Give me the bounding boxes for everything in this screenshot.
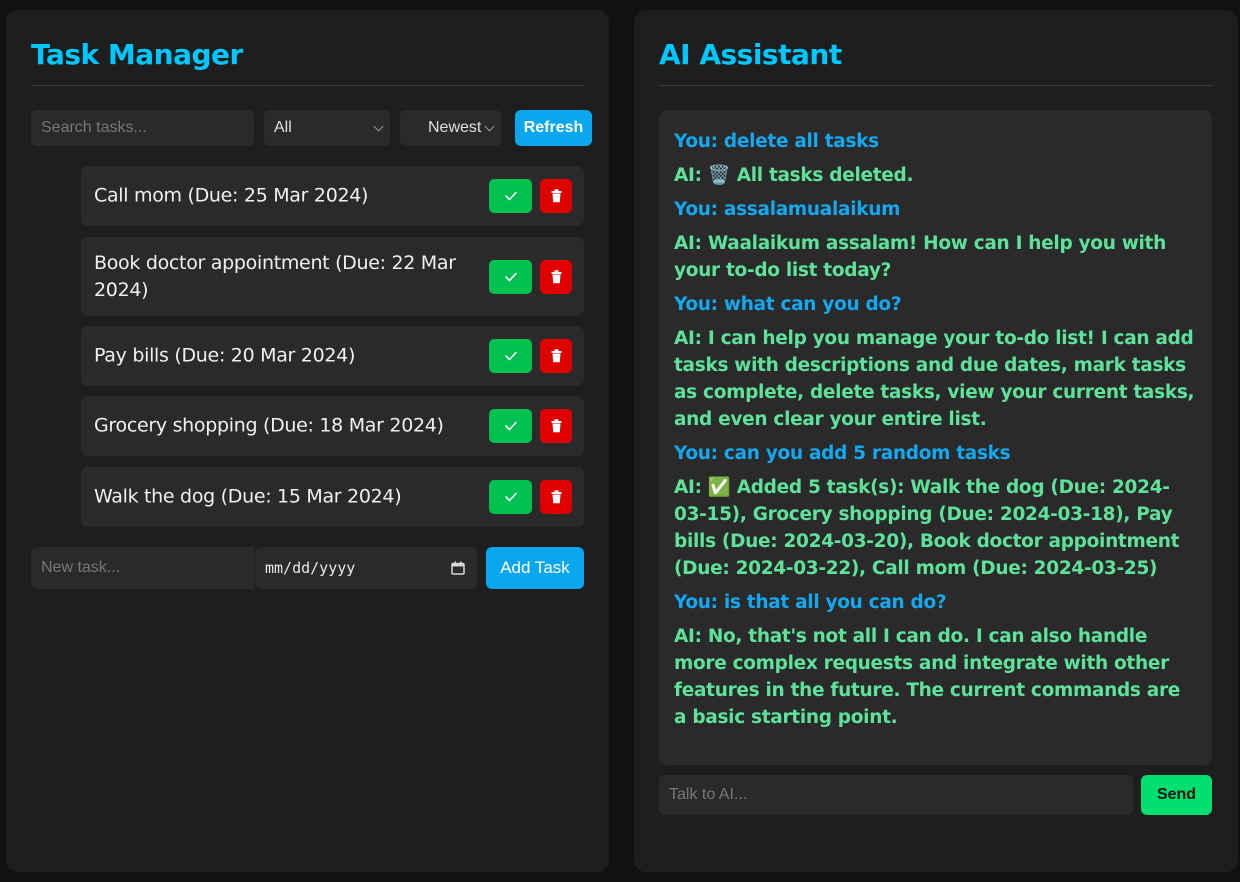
ai-message: AI: No, that's not all I can do. I can a… <box>674 626 1181 728</box>
refresh-button[interactable]: Refresh <box>515 110 592 146</box>
ai-assistant-panel: AI Assistant You: delete all tasks AI: 🗑️… <box>634 10 1238 872</box>
filter-select[interactable]: All <box>264 110 390 146</box>
calendar-icon[interactable] <box>451 561 465 575</box>
delete-task-button[interactable] <box>540 179 572 213</box>
task-item: Walk the dog (Due: 15 Mar 2024) <box>81 467 584 527</box>
search-placeholder: Search tasks... <box>41 119 147 136</box>
check-icon <box>504 191 517 201</box>
ai-message: AI: Waalaikum assalam! How can I help yo… <box>674 233 1166 281</box>
chat-input[interactable]: Talk to AI... <box>659 775 1133 815</box>
filter-value: All <box>274 119 292 136</box>
ai-message: AI: I can help you manage your to-do lis… <box>674 328 1195 430</box>
search-input[interactable]: Search tasks... <box>31 110 254 146</box>
task-label: Pay bills (Due: 20 Mar 2024) <box>94 344 356 367</box>
user-message: You: assalamualaikum <box>674 199 901 220</box>
task-label: Book doctor appointment (Due: 22 Mar 202… <box>94 251 456 301</box>
task-label: Walk the dog (Due: 15 Mar 2024) <box>94 485 402 508</box>
send-button[interactable]: Send <box>1141 775 1212 815</box>
delete-task-button[interactable] <box>540 409 572 443</box>
task-manager-panel: Task Manager Search tasks... All Newest … <box>6 10 609 872</box>
ai-message: AI: 🗑️ All tasks deleted. <box>674 165 914 186</box>
trash-icon <box>551 189 561 203</box>
chevron-down-icon <box>484 121 495 132</box>
trash-icon <box>551 490 561 504</box>
complete-task-button[interactable] <box>489 480 532 514</box>
delete-task-button[interactable] <box>540 480 572 514</box>
task-label: Grocery shopping (Due: 18 Mar 2024) <box>94 414 444 437</box>
user-message: You: is that all you can do? <box>674 592 947 613</box>
trash-icon <box>551 349 561 363</box>
new-task-placeholder: New task... <box>41 559 121 576</box>
trash-icon <box>551 269 561 283</box>
user-message: You: what can you do? <box>674 294 902 315</box>
user-message: You: can you add 5 random tasks <box>674 443 1011 464</box>
sort-select[interactable]: Newest <box>400 110 501 146</box>
chat-input-placeholder: Talk to AI... <box>669 786 748 803</box>
delete-task-button[interactable] <box>540 339 572 373</box>
check-icon <box>504 421 517 431</box>
check-icon <box>504 272 517 281</box>
complete-task-button[interactable] <box>489 409 532 443</box>
task-item: Grocery shopping (Due: 18 Mar 2024) <box>81 396 584 456</box>
task-item: Call mom (Due: 25 Mar 2024) <box>81 166 584 226</box>
trash-icon <box>551 419 561 433</box>
task-manager-title: Task Manager <box>31 38 243 71</box>
title-divider <box>31 85 584 86</box>
ai-assistant-title: AI Assistant <box>659 38 842 71</box>
complete-task-button[interactable] <box>489 179 532 213</box>
date-placeholder: mm/dd/yyyy <box>265 559 356 577</box>
check-icon <box>504 351 517 361</box>
chat-history: You: delete all tasks AI: 🗑️ All tasks de… <box>659 110 1212 765</box>
complete-task-button[interactable] <box>489 339 532 373</box>
add-task-button[interactable]: Add Task <box>486 547 584 589</box>
chevron-down-icon <box>373 121 384 132</box>
ai-message: AI: ✅ Added 5 task(s): Walk the dog (Due… <box>674 477 1180 579</box>
task-item: Book doctor appointment (Due: 22 Mar 202… <box>81 237 584 316</box>
title-divider <box>659 85 1213 86</box>
sort-value: Newest <box>428 119 482 136</box>
complete-task-button[interactable] <box>489 259 532 294</box>
task-label: Call mom (Due: 25 Mar 2024) <box>94 184 369 207</box>
user-message: You: delete all tasks <box>674 131 879 152</box>
check-icon <box>504 492 517 502</box>
due-date-input[interactable]: mm/dd/yyyy <box>255 547 477 589</box>
delete-task-button[interactable] <box>540 259 572 294</box>
new-task-input[interactable]: New task... <box>31 547 254 589</box>
task-item: Pay bills (Due: 20 Mar 2024) <box>81 326 584 386</box>
